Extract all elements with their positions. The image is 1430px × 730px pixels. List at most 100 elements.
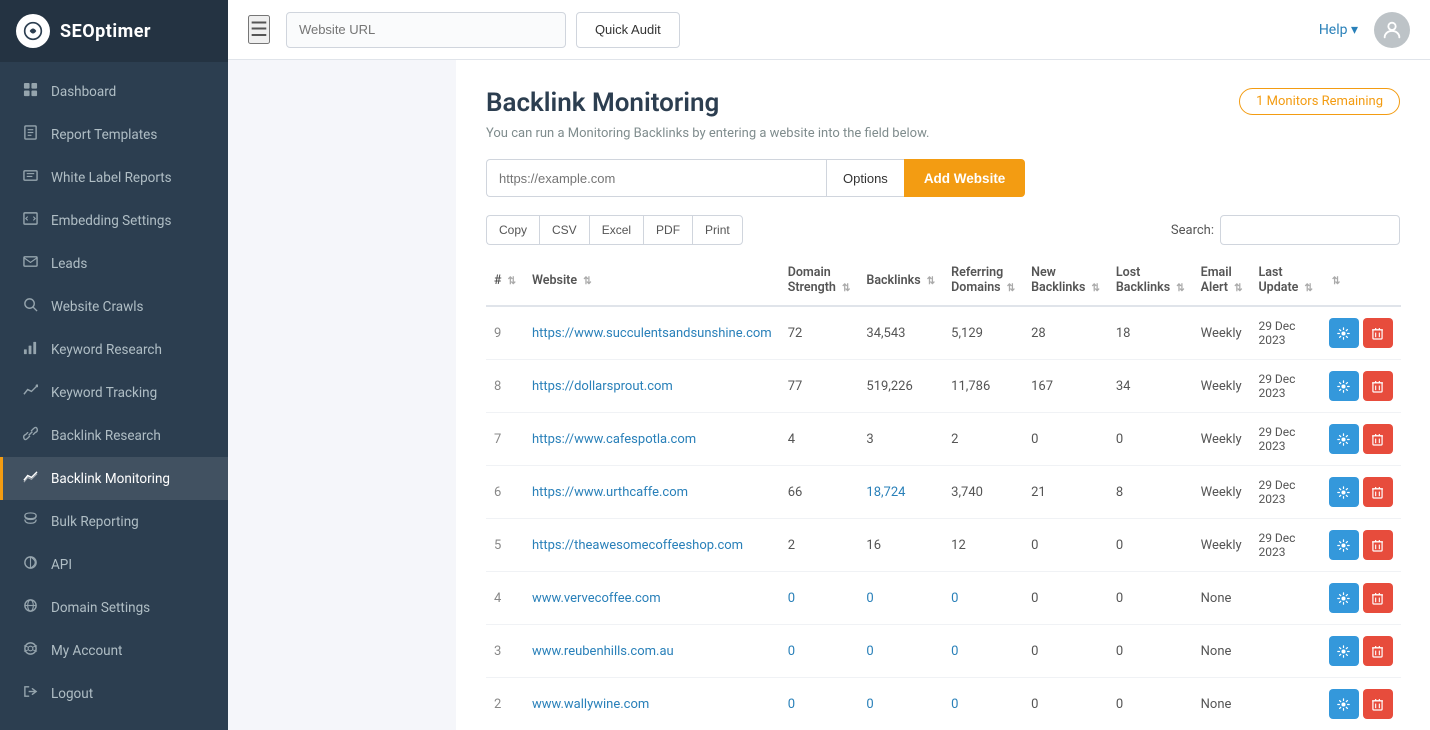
settings-button[interactable]	[1329, 318, 1359, 348]
col-new-backlinks: NewBacklinks ⇅	[1023, 255, 1108, 306]
brand-name: SEOptimer	[60, 21, 151, 42]
sidebar-item-bulk-reporting[interactable]: Bulk Reporting	[0, 500, 228, 543]
row-num: 2	[486, 678, 524, 730]
table-row: 4 www.vervecoffee.com 0 0 0 0 0 None	[486, 572, 1401, 625]
row-email-alert: Weekly	[1193, 306, 1251, 360]
options-button[interactable]: Options	[826, 159, 904, 197]
sidebar-item-white-label[interactable]: White Label Reports	[0, 156, 228, 199]
col-domain-strength: DomainStrength ⇅	[780, 255, 859, 306]
delete-button[interactable]	[1363, 530, 1393, 560]
sidebar-item-label: Keyword Tracking	[51, 385, 157, 401]
row-website: https://www.succulentsandsunshine.com	[524, 306, 780, 360]
white-label-icon	[21, 168, 39, 187]
sidebar-item-report-templates[interactable]: Report Templates	[0, 113, 228, 156]
sidebar-item-domain-settings[interactable]: Domain Settings	[0, 586, 228, 629]
sidebar-item-embedding[interactable]: Embedding Settings	[0, 199, 228, 242]
row-actions	[1321, 678, 1401, 730]
delete-button[interactable]	[1363, 583, 1393, 613]
website-url-input[interactable]	[286, 12, 566, 48]
row-last-update: 29 Dec 2023	[1250, 519, 1320, 572]
sidebar-item-api[interactable]: API	[0, 543, 228, 586]
row-num: 4	[486, 572, 524, 625]
sidebar: SEOptimer Dashboard Report Templates Whi…	[0, 0, 228, 730]
search-input[interactable]	[1220, 215, 1400, 245]
settings-button[interactable]	[1329, 689, 1359, 719]
row-email-alert: Weekly	[1193, 360, 1251, 413]
settings-button[interactable]	[1329, 530, 1359, 560]
user-avatar[interactable]	[1374, 12, 1410, 48]
settings-button[interactable]	[1329, 424, 1359, 454]
keyword-tracking-icon	[21, 383, 39, 402]
row-email-alert: Weekly	[1193, 413, 1251, 466]
delete-button[interactable]	[1363, 636, 1393, 666]
delete-button[interactable]	[1363, 318, 1393, 348]
row-last-update: 29 Dec 2023	[1250, 413, 1320, 466]
row-email-alert: Weekly	[1193, 519, 1251, 572]
sidebar-item-leads[interactable]: Leads	[0, 242, 228, 285]
sidebar-item-label: Leads	[51, 256, 87, 272]
row-last-update	[1250, 572, 1320, 625]
row-website: https://www.urthcaffe.com	[524, 466, 780, 519]
settings-button[interactable]	[1329, 477, 1359, 507]
row-last-update: 29 Dec 2023	[1250, 360, 1320, 413]
settings-button[interactable]	[1329, 583, 1359, 613]
hamburger-button[interactable]: ☰	[248, 15, 270, 44]
website-url-field[interactable]	[486, 159, 826, 197]
sidebar-navigation: Dashboard Report Templates White Label R…	[0, 62, 228, 730]
row-domain-strength: 77	[780, 360, 859, 413]
row-actions	[1321, 466, 1401, 519]
embedding-icon	[21, 211, 39, 230]
row-last-update: 29 Dec 2023	[1250, 466, 1320, 519]
row-last-update: 29 Dec 2023	[1250, 306, 1320, 360]
row-new-backlinks: 0	[1023, 625, 1108, 678]
table-row: 6 https://www.urthcaffe.com 66 18,724 3,…	[486, 466, 1401, 519]
sidebar-item-keyword-tracking[interactable]: Keyword Tracking	[0, 371, 228, 414]
row-referring-domains: 11,786	[943, 360, 1023, 413]
sidebar-item-backlink-monitoring[interactable]: Backlink Monitoring	[0, 457, 228, 500]
row-new-backlinks: 167	[1023, 360, 1108, 413]
sidebar-item-label: API	[51, 557, 72, 573]
delete-button[interactable]	[1363, 424, 1393, 454]
add-website-button[interactable]: Add Website	[904, 159, 1026, 197]
sidebar-item-keyword-research[interactable]: Keyword Research	[0, 328, 228, 371]
delete-button[interactable]	[1363, 477, 1393, 507]
help-dropdown[interactable]: Help ▾	[1319, 22, 1358, 38]
row-num: 8	[486, 360, 524, 413]
sidebar-item-logout[interactable]: Logout	[0, 672, 228, 715]
table-row: 3 www.reubenhills.com.au 0 0 0 0 0 None	[486, 625, 1401, 678]
csv-button[interactable]: CSV	[539, 215, 589, 245]
delete-button[interactable]	[1363, 689, 1393, 719]
api-icon	[21, 555, 39, 574]
sidebar-item-label: Domain Settings	[51, 600, 150, 616]
quick-audit-button[interactable]: Quick Audit	[576, 12, 680, 48]
main-content: Backlink Monitoring 1 Monitors Remaining…	[456, 60, 1430, 730]
settings-button[interactable]	[1329, 636, 1359, 666]
row-lost-backlinks: 34	[1108, 360, 1193, 413]
table-row: 9 https://www.succulentsandsunshine.com …	[486, 306, 1401, 360]
delete-button[interactable]	[1363, 371, 1393, 401]
row-website: https://www.cafespotla.com	[524, 413, 780, 466]
sidebar-item-label: Website Crawls	[51, 299, 144, 315]
print-button[interactable]: Print	[692, 215, 743, 245]
col-lost-backlinks: LostBacklinks ⇅	[1108, 255, 1193, 306]
sidebar-item-my-account[interactable]: My Account	[0, 629, 228, 672]
col-num: # ⇅	[486, 255, 524, 306]
pdf-button[interactable]: PDF	[643, 215, 692, 245]
col-actions: ⇅	[1321, 255, 1401, 306]
row-lost-backlinks: 18	[1108, 306, 1193, 360]
sidebar-item-website-crawls[interactable]: Website Crawls	[0, 285, 228, 328]
row-new-backlinks: 0	[1023, 413, 1108, 466]
table-header-row: # ⇅ Website ⇅ DomainStrength ⇅ Backlinks…	[486, 255, 1401, 306]
page-title: Backlink Monitoring	[486, 88, 719, 118]
page-subtitle: You can run a Monitoring Backlinks by en…	[486, 126, 1400, 141]
sidebar-item-label: Backlink Research	[51, 428, 161, 444]
row-website: www.wallywine.com	[524, 678, 780, 730]
topbar: ☰ Quick Audit Help ▾	[228, 0, 1430, 60]
copy-button[interactable]: Copy	[486, 215, 539, 245]
settings-button[interactable]	[1329, 371, 1359, 401]
sidebar-item-backlink-research[interactable]: Backlink Research	[0, 414, 228, 457]
sidebar-item-dashboard[interactable]: Dashboard	[0, 70, 228, 113]
col-last-update: LastUpdate ⇅	[1250, 255, 1320, 306]
backlink-table: # ⇅ Website ⇅ DomainStrength ⇅ Backlinks…	[486, 255, 1401, 730]
excel-button[interactable]: Excel	[589, 215, 643, 245]
